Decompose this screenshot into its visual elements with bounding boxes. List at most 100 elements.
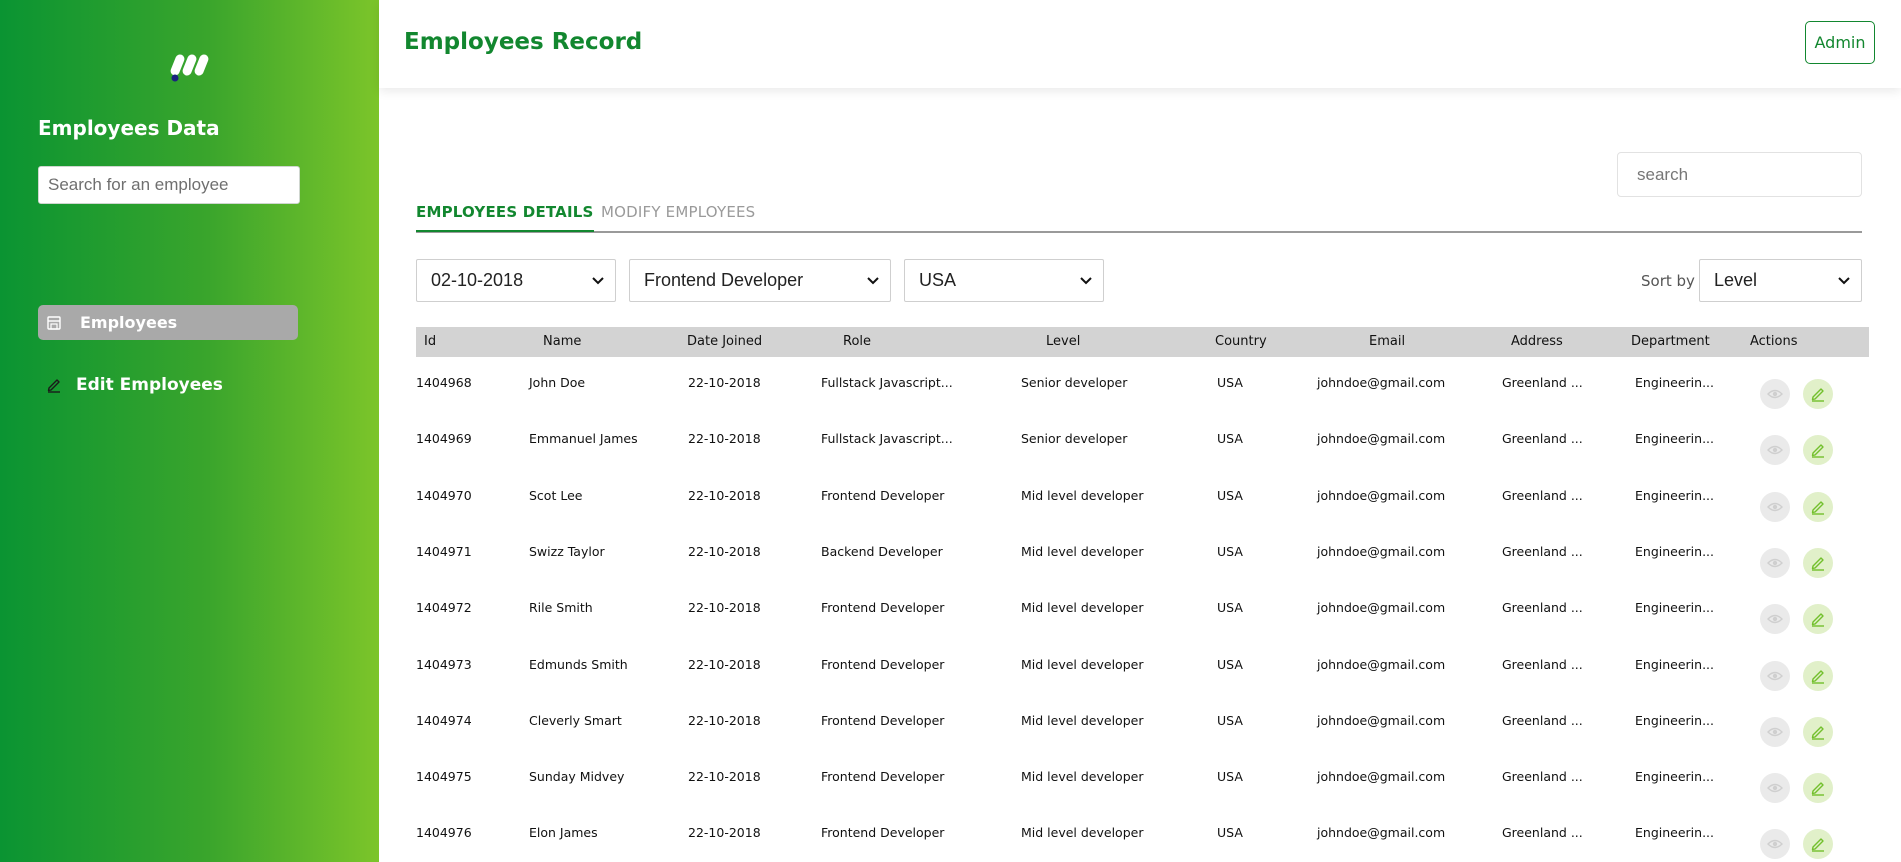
sort-by-label: Sort by: [1641, 272, 1695, 290]
cell-name: Elon James: [529, 825, 598, 840]
view-button[interactable]: [1760, 829, 1790, 859]
cell-id: 1404974: [416, 713, 472, 728]
table-row[interactable]: 1404970 Scot Lee 22-10-2018 Frontend Dev…: [416, 478, 1869, 534]
tab-modify-employees[interactable]: MODIFY EMPLOYEES: [601, 203, 755, 221]
table-search-input[interactable]: [1617, 152, 1862, 197]
cell-address: Greenland ...: [1502, 657, 1583, 672]
cell-country: USA: [1217, 825, 1243, 840]
cell-id: 1404975: [416, 769, 472, 784]
cell-address: Greenland ...: [1502, 769, 1583, 784]
column-header-email[interactable]: Email: [1369, 334, 1405, 349]
edit-button[interactable]: [1803, 435, 1833, 465]
cell-department: Engineerin...: [1635, 769, 1714, 784]
table-row[interactable]: 1404975 Sunday Midvey 22-10-2018 Fronten…: [416, 759, 1869, 815]
cell-id: 1404973: [416, 657, 472, 672]
view-button[interactable]: [1760, 548, 1790, 578]
role-filter-value: Frontend Developer: [644, 270, 804, 290]
column-header-name[interactable]: Name: [543, 334, 581, 349]
edit-button[interactable]: [1803, 548, 1833, 578]
country-filter-value: USA: [919, 270, 957, 290]
tab-bar: EMPLOYEES DETAILS MODIFY EMPLOYEES: [416, 201, 1862, 233]
pencil-icon: [1811, 557, 1824, 571]
cell-department: Engineerin...: [1635, 488, 1714, 503]
edit-button[interactable]: [1803, 604, 1833, 634]
column-header-id[interactable]: Id: [424, 334, 436, 349]
cell-id: 1404968: [416, 375, 472, 390]
cell-role: Frontend Developer: [821, 713, 945, 728]
date-filter-select[interactable]: 02-10-2018: [416, 259, 616, 302]
column-header-role[interactable]: Role: [843, 334, 871, 349]
edit-button[interactable]: [1803, 773, 1833, 803]
cell-role: Frontend Developer: [821, 825, 945, 840]
cell-date-joined: 22-10-2018: [688, 600, 761, 615]
column-header-date-joined[interactable]: Date Joined: [687, 334, 762, 349]
cell-address: Greenland ...: [1502, 488, 1583, 503]
cell-id: 1404971: [416, 544, 472, 559]
cell-level: Mid level developer: [1021, 769, 1144, 784]
cell-date-joined: 22-10-2018: [688, 713, 761, 728]
edit-button[interactable]: [1803, 492, 1833, 522]
cell-department: Engineerin...: [1635, 375, 1714, 390]
eye-icon: [1767, 445, 1783, 455]
employee-search-input[interactable]: [38, 166, 300, 204]
column-header-department[interactable]: Department: [1631, 334, 1710, 349]
table-row[interactable]: 1404969 Emmanuel James 22-10-2018 Fullst…: [416, 421, 1869, 477]
column-header-country[interactable]: Country: [1215, 334, 1267, 349]
sidebar-item-employees[interactable]: Employees: [38, 305, 298, 340]
edit-button[interactable]: [1803, 829, 1833, 859]
table-row[interactable]: 1404976 Elon James 22-10-2018 Frontend D…: [416, 815, 1869, 862]
cell-name: Swizz Taylor: [529, 544, 605, 559]
table-row[interactable]: 1404973 Edmunds Smith 22-10-2018 Fronten…: [416, 647, 1869, 703]
tab-employees-details[interactable]: EMPLOYEES DETAILS: [416, 203, 594, 232]
cell-country: USA: [1217, 657, 1243, 672]
cell-country: USA: [1217, 431, 1243, 446]
view-button[interactable]: [1760, 604, 1790, 634]
column-header-address[interactable]: Address: [1511, 334, 1563, 349]
view-button[interactable]: [1760, 717, 1790, 747]
cell-address: Greenland ...: [1502, 544, 1583, 559]
admin-button[interactable]: Admin: [1805, 21, 1875, 64]
table-row[interactable]: 1404968 John Doe 22-10-2018 Fullstack Ja…: [416, 365, 1869, 421]
view-button[interactable]: [1760, 379, 1790, 409]
store-icon: [47, 315, 61, 330]
cell-date-joined: 22-10-2018: [688, 825, 761, 840]
cell-address: Greenland ...: [1502, 713, 1583, 728]
chevron-down-icon: [592, 276, 604, 284]
cell-name: Sunday Midvey: [529, 769, 625, 784]
cell-role: Fullstack Javascript...: [821, 375, 953, 390]
sort-by-value: Level: [1714, 270, 1758, 290]
cell-date-joined: 22-10-2018: [688, 488, 761, 503]
cell-level: Mid level developer: [1021, 713, 1144, 728]
edit-button[interactable]: [1803, 379, 1833, 409]
cell-country: USA: [1217, 488, 1243, 503]
chevron-down-icon: [867, 276, 879, 284]
cell-role: Frontend Developer: [821, 657, 945, 672]
eye-icon: [1767, 389, 1783, 399]
cell-email: johndoe@gmail.com: [1317, 657, 1446, 672]
cell-address: Greenland ...: [1502, 431, 1583, 446]
pencil-icon: [1811, 613, 1824, 627]
cell-name: Rile Smith: [529, 600, 593, 615]
cell-role: Frontend Developer: [821, 600, 945, 615]
view-button[interactable]: [1760, 661, 1790, 691]
table-row[interactable]: 1404971 Swizz Taylor 22-10-2018 Backend …: [416, 534, 1869, 590]
edit-button[interactable]: [1803, 661, 1833, 691]
column-header-actions: Actions: [1750, 334, 1798, 349]
pencil-icon: [1811, 670, 1824, 684]
cell-email: johndoe@gmail.com: [1317, 544, 1446, 559]
sidebar-item-edit-employees[interactable]: Edit Employees: [46, 372, 223, 398]
view-button[interactable]: [1760, 492, 1790, 522]
role-filter-select[interactable]: Frontend Developer: [629, 259, 891, 302]
eye-icon: [1767, 502, 1783, 512]
sort-by-select[interactable]: Level: [1699, 259, 1862, 302]
column-header-level[interactable]: Level: [1046, 334, 1080, 349]
edit-button[interactable]: [1803, 717, 1833, 747]
view-button[interactable]: [1760, 773, 1790, 803]
table-row[interactable]: 1404972 Rile Smith 22-10-2018 Frontend D…: [416, 590, 1869, 646]
cell-role: Backend Developer: [821, 544, 943, 559]
eye-icon: [1767, 558, 1783, 568]
country-filter-select[interactable]: USA: [904, 259, 1104, 302]
cell-level: Senior developer: [1021, 375, 1128, 390]
view-button[interactable]: [1760, 435, 1790, 465]
table-row[interactable]: 1404974 Cleverly Smart 22-10-2018 Fronte…: [416, 703, 1869, 759]
